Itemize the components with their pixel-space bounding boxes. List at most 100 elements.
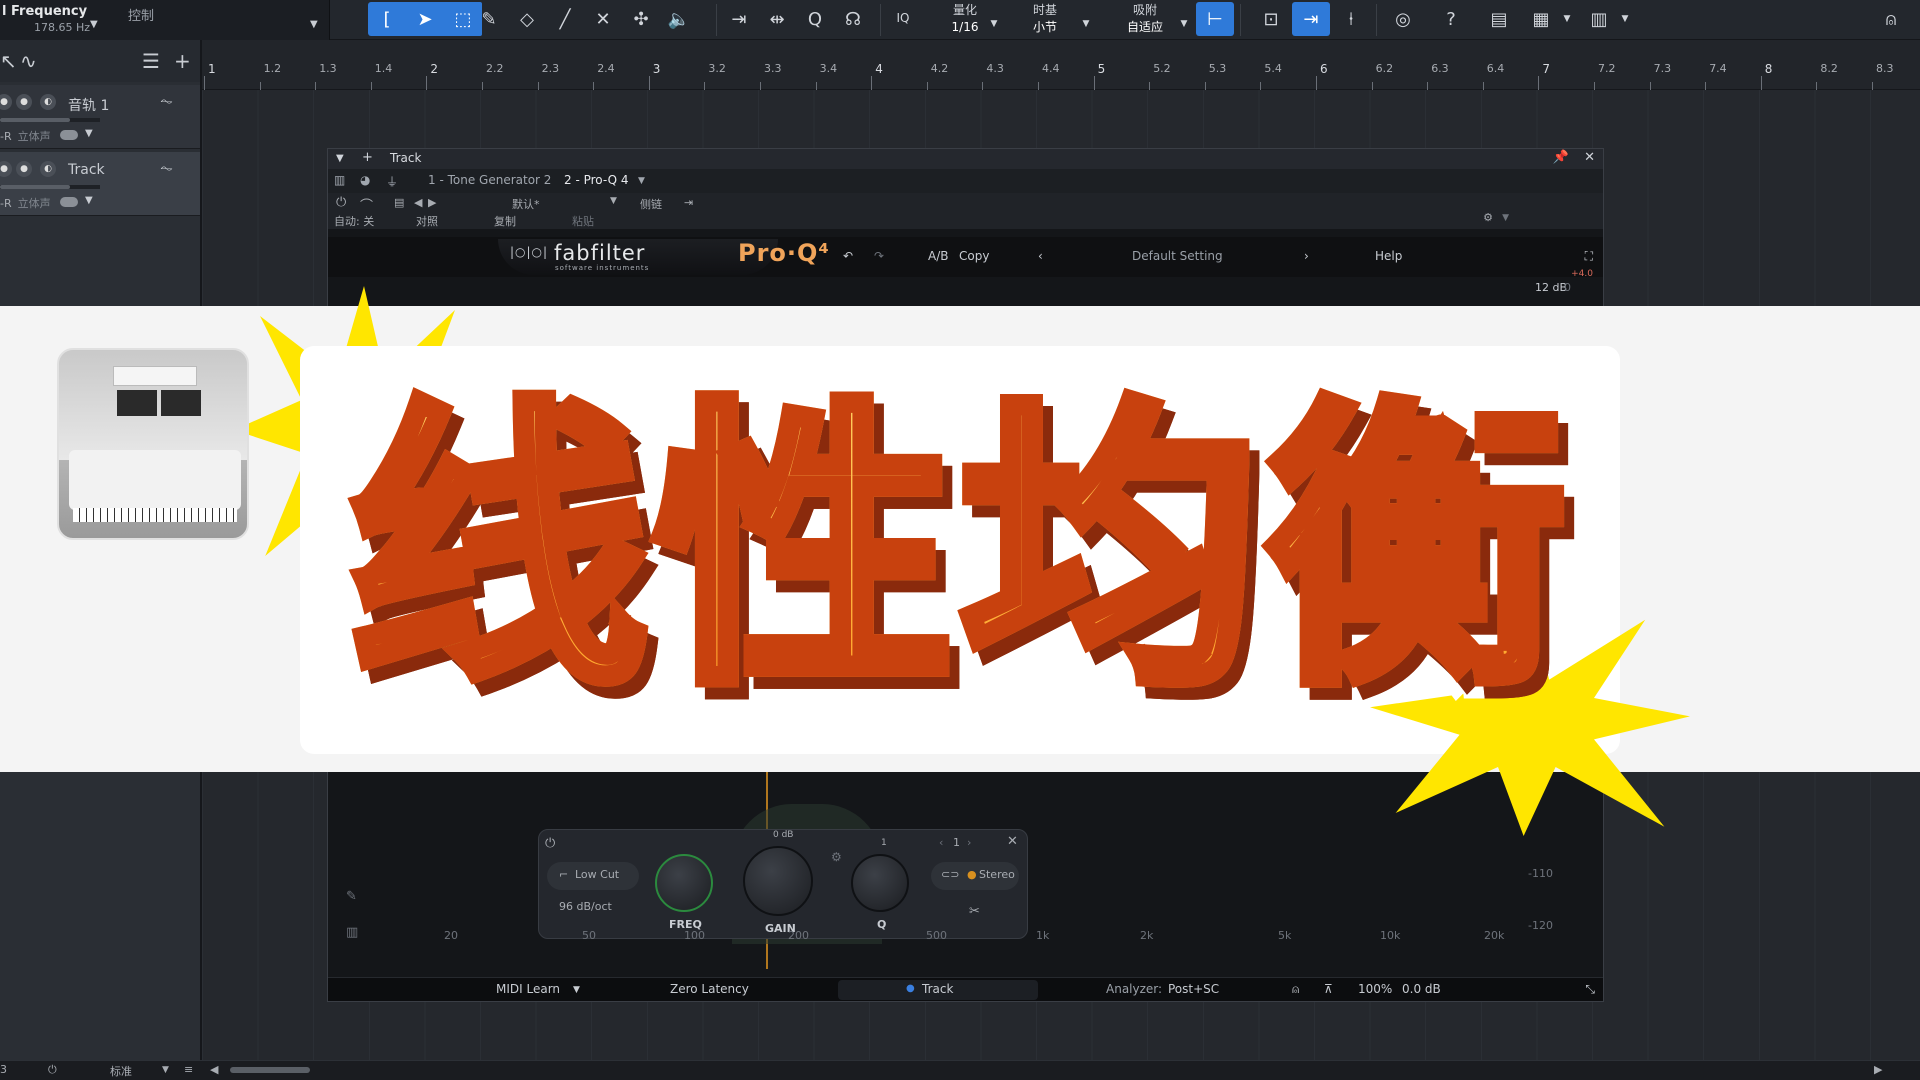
paste-button[interactable]: 粘贴 xyxy=(572,213,594,229)
monitor-input-icon[interactable]: ◐ xyxy=(40,161,56,177)
close-band-icon[interactable]: ✕ xyxy=(1007,834,1018,849)
chevron-down-icon[interactable]: ▼ xyxy=(310,19,318,30)
chevron-down-icon[interactable]: ▼ xyxy=(1560,2,1574,36)
chevron-down-icon[interactable]: ▼ xyxy=(85,195,93,206)
preset-selector[interactable]: 默认* xyxy=(512,196,540,212)
output-icon[interactable]: ⊼ xyxy=(1324,982,1333,996)
compare-button[interactable]: 对照 xyxy=(416,213,438,229)
track-name[interactable]: 音轨 1 xyxy=(68,95,109,115)
analyzer-mode[interactable]: Post+SC xyxy=(1168,982,1219,996)
piano-icon[interactable]: ▥ xyxy=(346,925,358,940)
horizontal-scrollbar[interactable] xyxy=(230,1067,310,1073)
tab-pro-q[interactable]: 2 - Pro-Q 4 xyxy=(564,173,629,187)
preset-prev-button[interactable]: ‹ xyxy=(1038,249,1043,263)
split-tool-button[interactable]: ✣ xyxy=(622,2,660,36)
timebase-selector[interactable]: 时基 小节 xyxy=(1010,0,1080,40)
gear-icon[interactable]: ⚙ xyxy=(1483,211,1493,224)
pin-icon[interactable]: 📌 xyxy=(1553,150,1569,165)
chevron-down-icon[interactable]: ▼ xyxy=(573,985,580,995)
chevron-down-icon[interactable]: ▼ xyxy=(1618,2,1632,36)
arrow-tool-button[interactable]: ➤ xyxy=(406,2,444,36)
monitor-icon[interactable]: ● xyxy=(0,94,12,110)
status-power-icon[interactable]: ⏻ xyxy=(48,1063,57,1077)
grid-view-icon[interactable]: ▦ xyxy=(1522,2,1560,36)
monitor-icon[interactable]: ● xyxy=(0,161,12,177)
undo-automation-icon[interactable]: ⌒ xyxy=(360,195,373,214)
stereo-mode-selector[interactable]: ⊂⊃ ● Stereo xyxy=(931,862,1019,890)
list-icon[interactable]: ☰ xyxy=(142,49,160,73)
video-icon[interactable]: ▤ xyxy=(1480,2,1518,36)
rack-icon[interactable]: ▥ xyxy=(334,173,345,187)
freq-knob[interactable] xyxy=(655,854,713,912)
gain-knob[interactable] xyxy=(743,846,813,916)
power-icon[interactable]: ⏻ xyxy=(336,195,346,210)
speaker-tool-button[interactable]: 🔈 xyxy=(660,2,698,36)
automation-icon[interactable]: ∿ xyxy=(20,49,37,73)
record-arm-icon[interactable]: ● xyxy=(16,94,32,110)
preset-name[interactable]: Default Setting xyxy=(1132,249,1223,263)
chevron-down-icon[interactable]: ▼ xyxy=(90,19,98,30)
scroll-right-icon[interactable]: ▶ xyxy=(1874,1063,1882,1076)
copy-button[interactable]: 复制 xyxy=(494,213,516,229)
timeline-ruler[interactable]: 1 1.2 1.3 1.4 2 2.2 2.3 2.4 3 3.2 3.3 3.4 4 4.2 4.3 4.4… xyxy=(202,40,1920,90)
track-row[interactable]: ● ● ◐ Track ⏦ -R 立体声 ▼ xyxy=(0,152,200,216)
tab-tone-generator[interactable]: 1 - Tone Generator 2 xyxy=(428,173,551,187)
zoom-icon[interactable]: Q xyxy=(796,2,834,36)
scissors-icon[interactable]: ✂ xyxy=(969,904,980,919)
track-io[interactable]: -R 立体声 xyxy=(0,128,51,144)
pencil-tool-button[interactable]: ✎ xyxy=(470,2,508,36)
layout-icon[interactable]: ▥ xyxy=(1580,2,1618,36)
parameter-display[interactable]: l Frequency 178.65 Hz ▼ 控制 ▼ xyxy=(0,0,330,40)
zoom-level[interactable]: 100% xyxy=(1358,982,1392,996)
bypass-icon[interactable]: ◕ xyxy=(360,173,370,187)
next-band-icon[interactable]: › xyxy=(967,836,971,849)
automation-mode[interactable]: 自动: 关 xyxy=(334,213,374,229)
add-icon[interactable]: + xyxy=(362,150,373,165)
help-button[interactable]: ? xyxy=(1432,2,1470,36)
loop-icon[interactable]: ⊡ xyxy=(1252,2,1290,36)
iq-button[interactable]: IQ xyxy=(888,0,918,40)
copy-state-button[interactable]: Copy xyxy=(959,249,989,263)
resize-icon[interactable]: ⤡ xyxy=(1585,982,1595,997)
preset-next-icon[interactable]: ▶ xyxy=(428,196,436,209)
latency-mode-selector[interactable]: Zero Latency xyxy=(670,982,749,996)
filter-type-selector[interactable]: ⌐ Low Cut xyxy=(547,862,639,890)
chevron-down-icon[interactable]: ▼ xyxy=(162,1065,169,1075)
channel-toggle[interactable] xyxy=(60,197,78,207)
mute-tool-button[interactable]: ✕ xyxy=(584,2,622,36)
routing-icon[interactable]: ⏚ xyxy=(386,173,398,190)
help-menu[interactable]: Help xyxy=(1375,249,1402,263)
band-power-icon[interactable]: ⏻ xyxy=(545,836,555,851)
chevron-down-icon[interactable]: ▼ xyxy=(638,176,645,186)
follow-icon[interactable]: ⇥ xyxy=(1292,2,1330,36)
track-io[interactable]: -R 立体声 xyxy=(0,195,51,211)
track-row[interactable]: ● ● ◐ 音轨 1 ⏦ -R 立体声 ▼ xyxy=(0,85,200,149)
chevron-down-icon[interactable]: ▼ xyxy=(1076,0,1096,40)
q-knob[interactable] xyxy=(851,854,909,912)
chevron-down-icon[interactable]: ▼ xyxy=(984,0,1004,40)
dynamic-gear-icon[interactable]: ⚙ xyxy=(831,850,842,864)
user-icon[interactable]: ⍝ xyxy=(1872,2,1910,36)
range-bracket-icon[interactable]: [ xyxy=(368,2,406,36)
db-range-selector[interactable]: 12 dB xyxy=(1535,281,1567,294)
fullscreen-icon[interactable]: ⛶ xyxy=(1585,249,1593,264)
prev-band-icon[interactable]: ‹ xyxy=(939,836,943,849)
bend-marker-icon[interactable]: ⇥ xyxy=(720,2,758,36)
sidechain-input-icon[interactable]: ⇥ xyxy=(684,196,693,209)
preset-next-button[interactable]: › xyxy=(1304,249,1309,263)
inspector-icon[interactable]: ◎ xyxy=(1384,2,1422,36)
chevron-down-icon[interactable]: ▼ xyxy=(85,128,93,139)
list-icon[interactable]: ≡ xyxy=(184,1063,193,1076)
snap-grid-icon[interactable]: ⊢ xyxy=(1196,2,1234,36)
eraser-tool-button[interactable]: ◇ xyxy=(508,2,546,36)
output-gain[interactable]: 0.0 dB xyxy=(1402,982,1441,996)
channel-toggle[interactable] xyxy=(60,130,78,140)
preset-file-icon[interactable]: ▤ xyxy=(394,196,404,209)
listen-icon[interactable]: ☊ xyxy=(834,2,872,36)
waveform-icon[interactable]: ⏦ xyxy=(160,91,173,111)
midi-learn-button[interactable]: MIDI Learn xyxy=(496,982,560,996)
cursor-icon[interactable]: ⍿ xyxy=(1332,2,1370,36)
chevron-down-icon[interactable]: ▼ xyxy=(1502,213,1509,223)
ab-button[interactable]: A/B xyxy=(928,249,948,263)
close-icon[interactable]: ✕ xyxy=(1584,150,1595,165)
